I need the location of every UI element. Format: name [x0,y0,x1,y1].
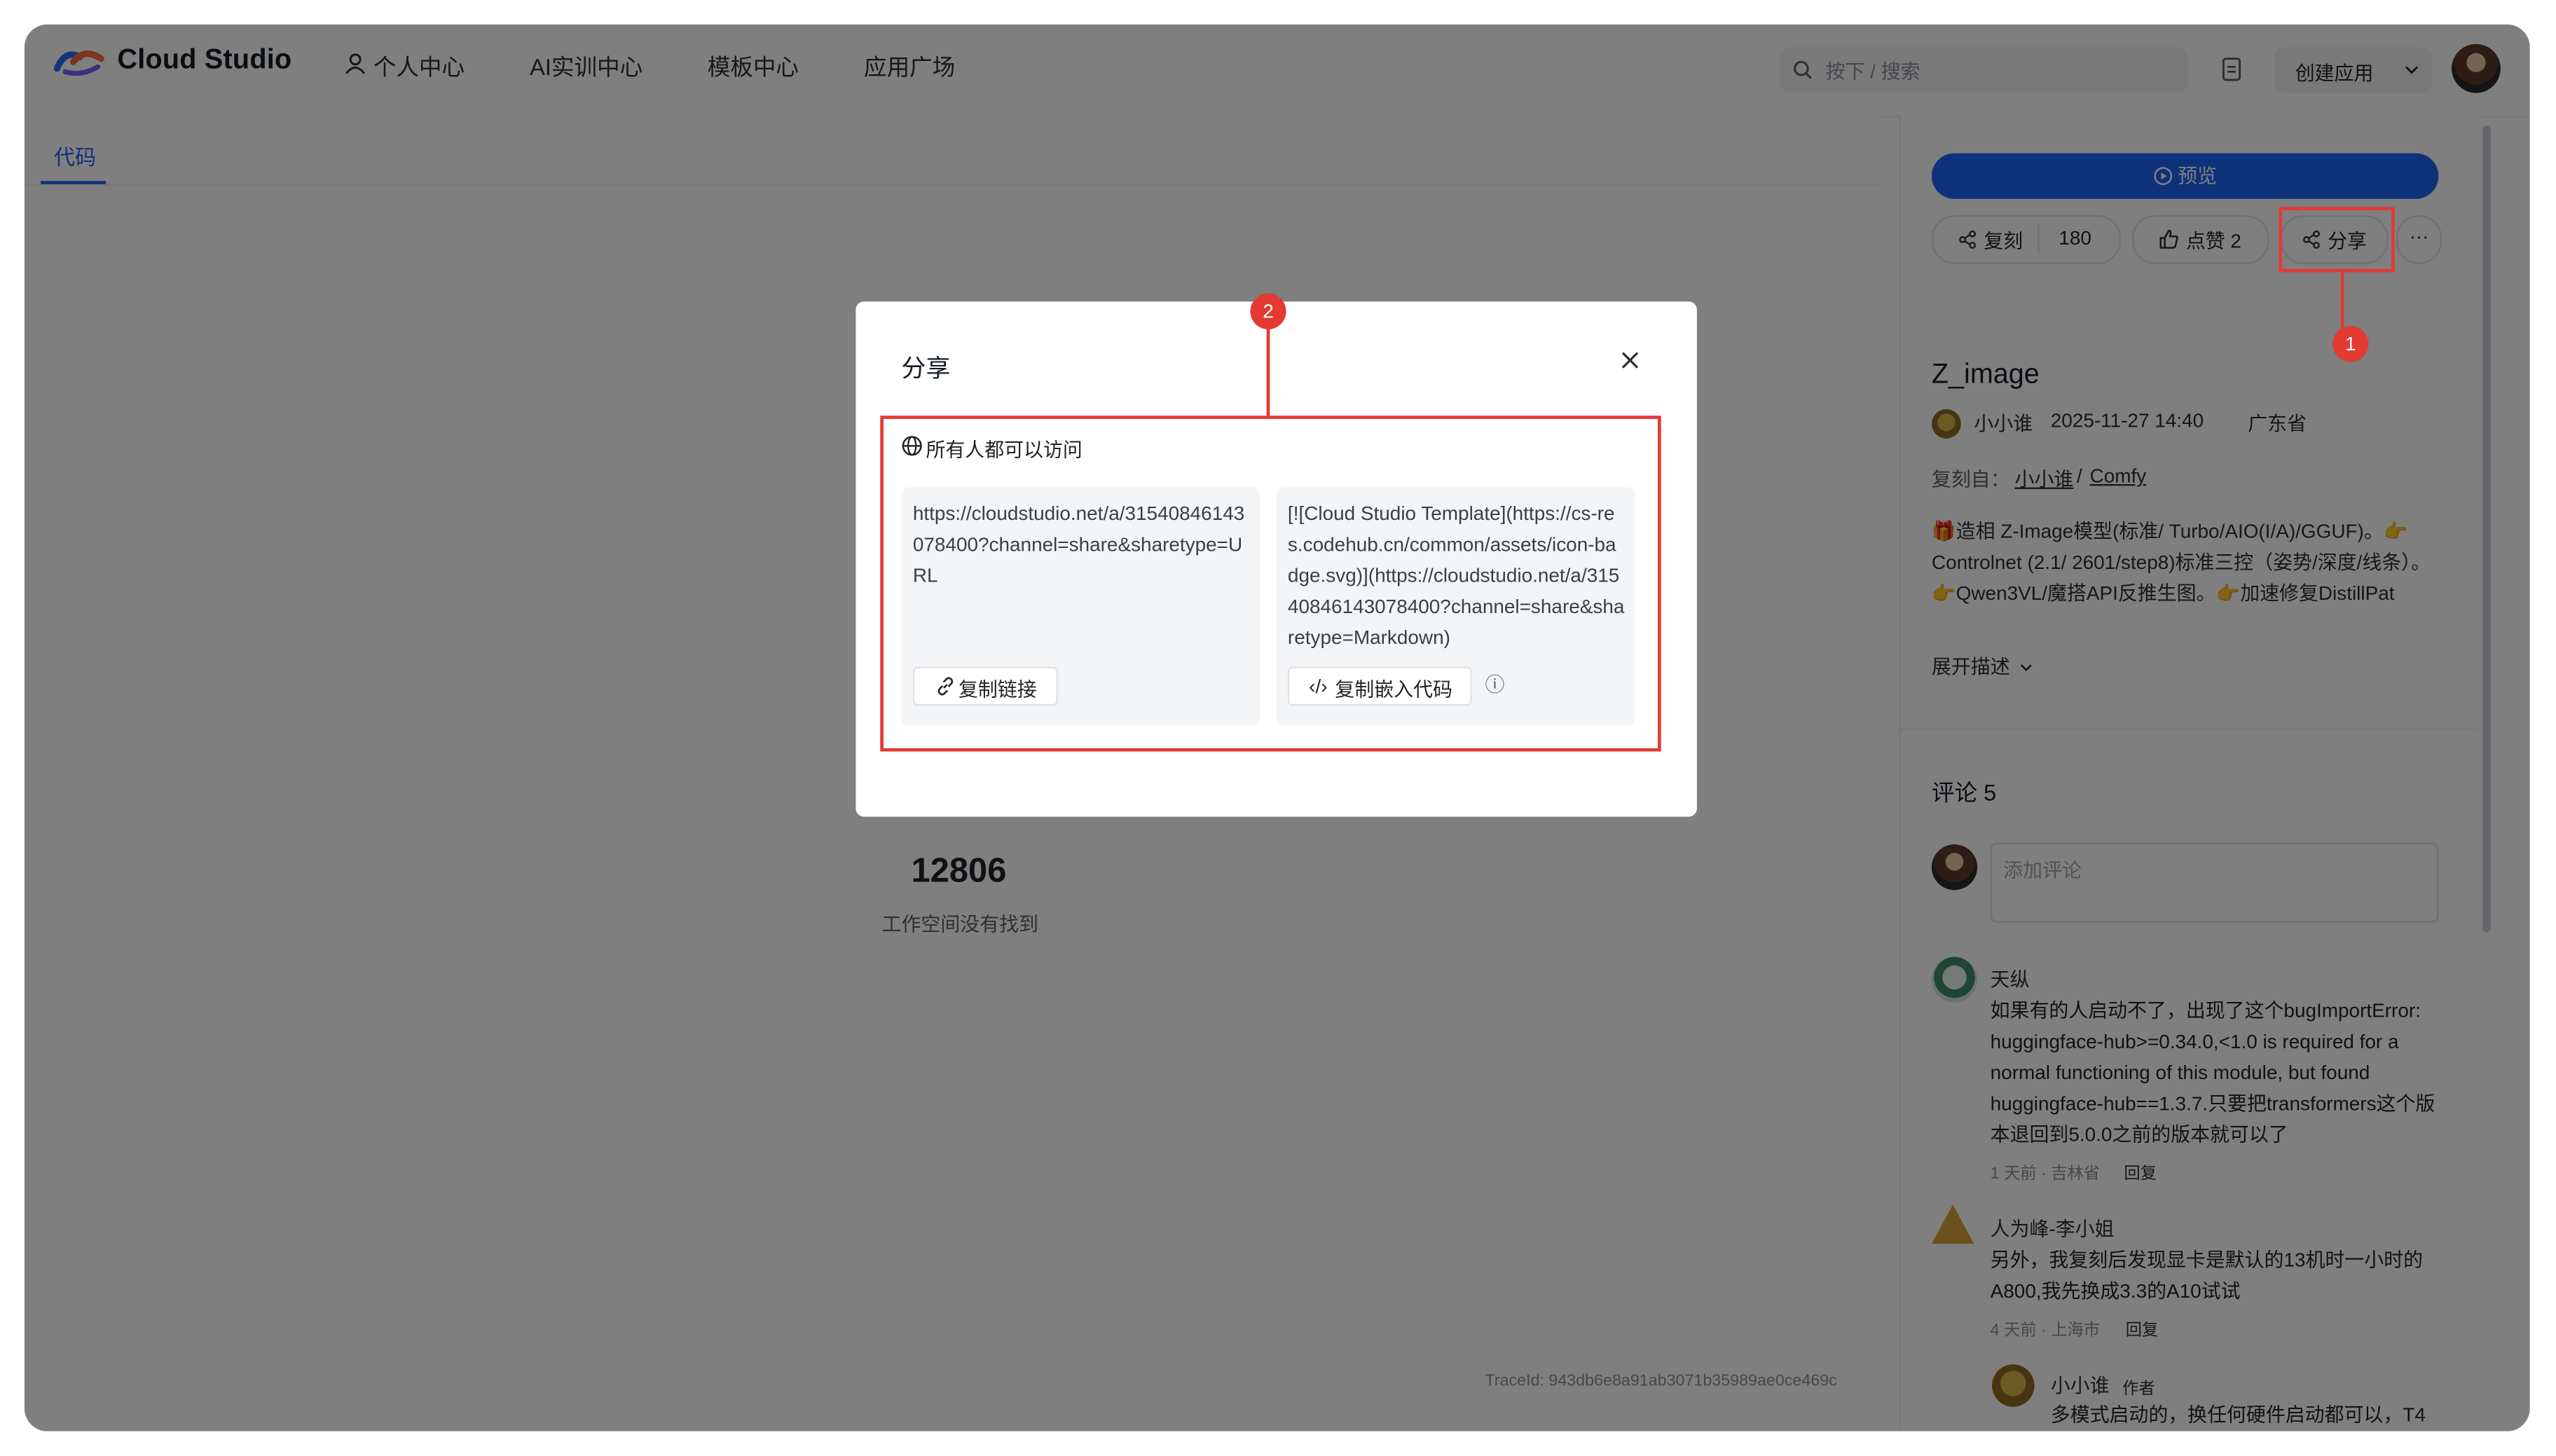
app-window: Cloud Studio 个人中心 AI实训中心 模板中心 应用广场 按下 / … [24,24,2530,1431]
annotation-box-share [2279,207,2395,273]
annotation-line [1266,327,1270,416]
annotation-badge: 1 [2332,326,2369,362]
dialog-title: 分享 [901,355,951,383]
annotation-line [2340,272,2344,329]
annotation-box-share-content [880,415,1661,752]
annotation-badge: 2 [1250,293,1286,329]
close-icon[interactable] [1617,348,1643,373]
